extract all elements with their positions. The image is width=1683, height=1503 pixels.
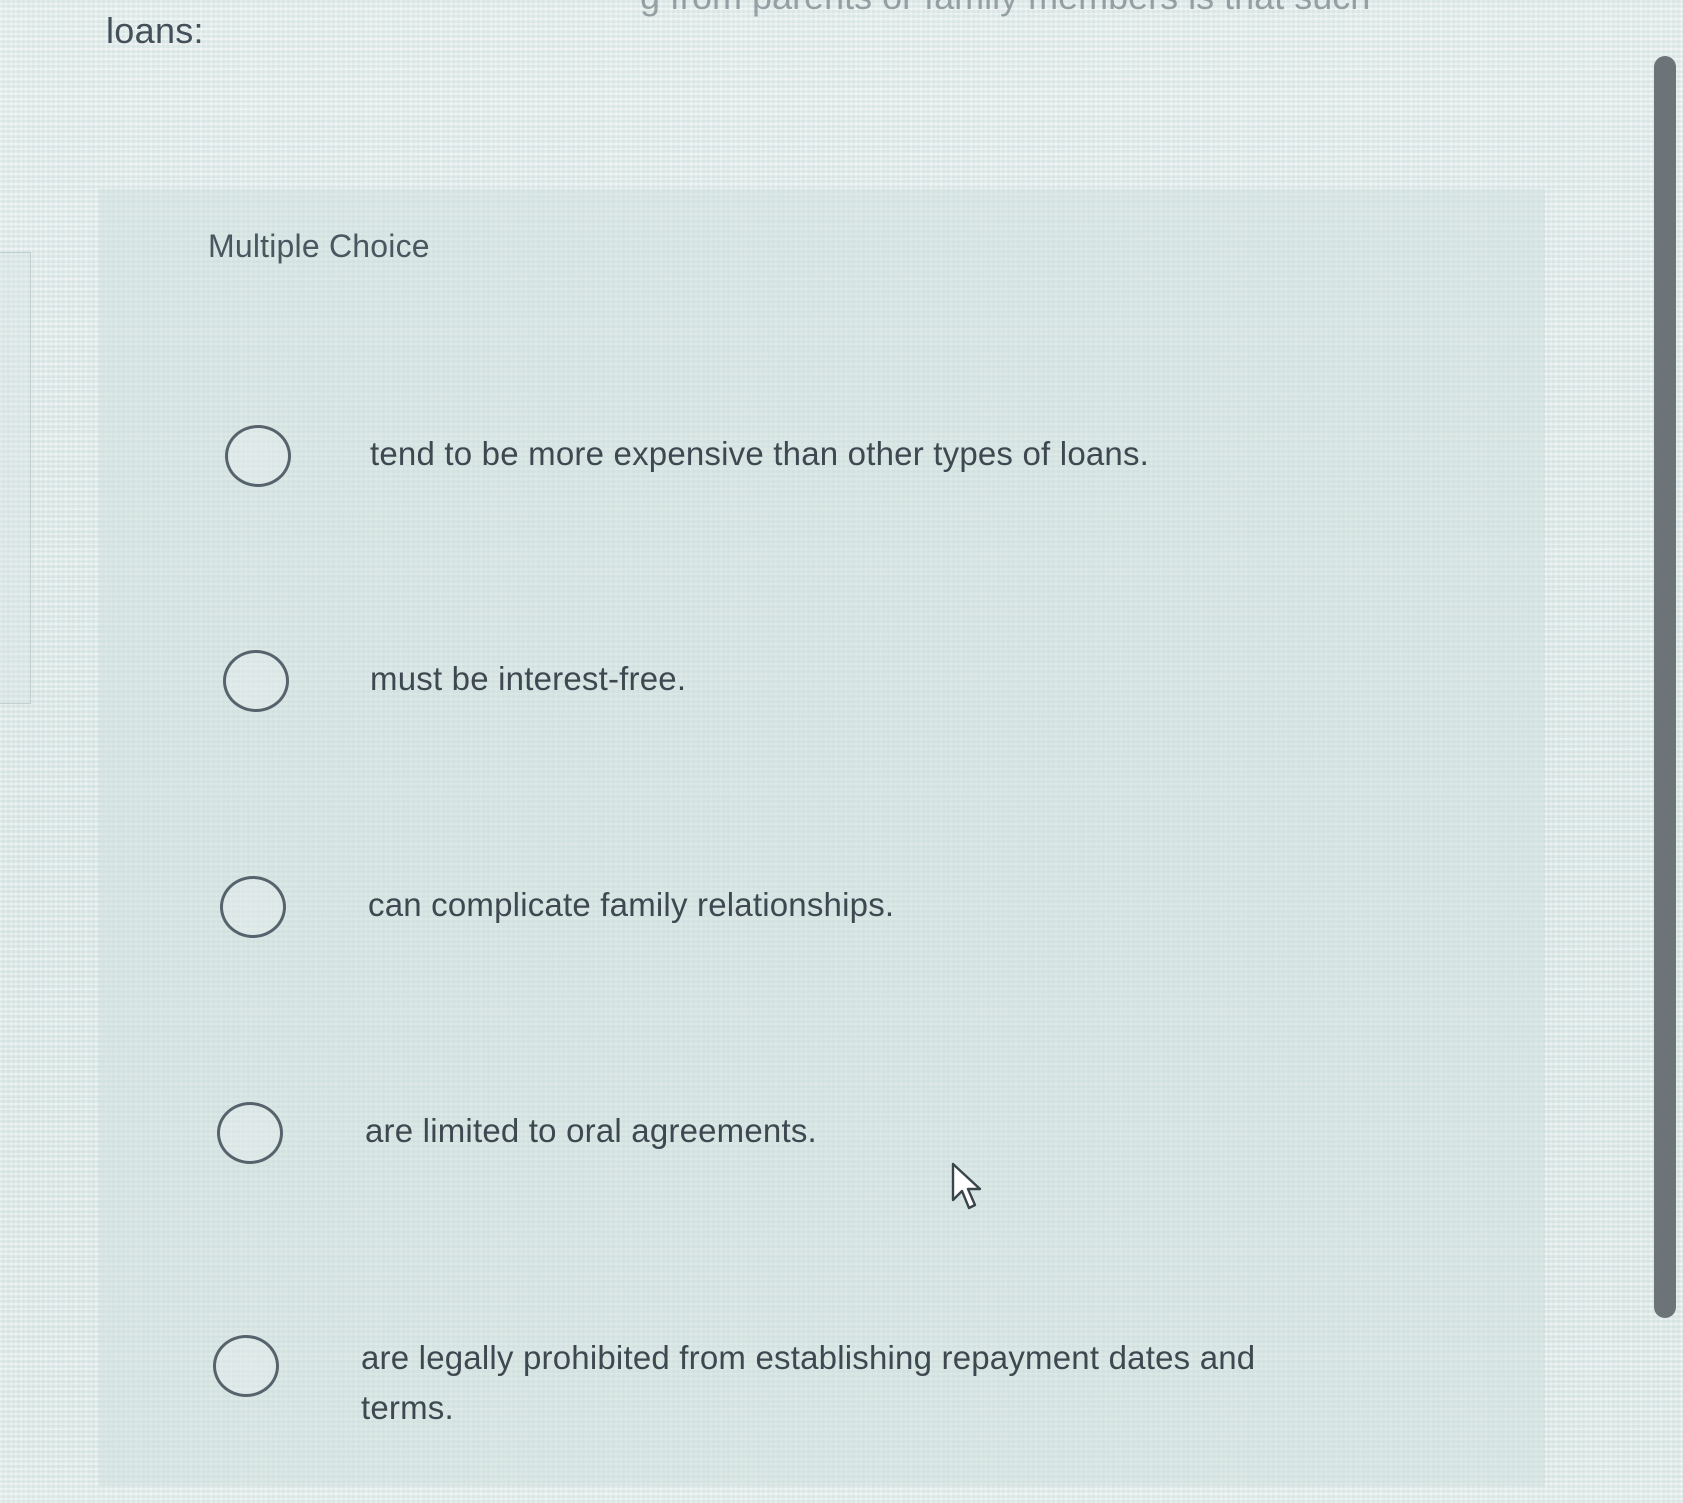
radio-circle-icon[interactable] [213, 1335, 279, 1397]
card-heading: Multiple Choice [208, 228, 430, 264]
option-label-5: are legally prohibited from establishing… [361, 1339, 1256, 1426]
option-row-3[interactable]: can complicate family relationships. [100, 876, 1544, 1036]
option-label-1: tend to be more expensive than other typ… [370, 435, 1150, 472]
scrollbar[interactable] [1654, 56, 1678, 1326]
left-edge-panel [0, 252, 31, 704]
radio-circle-icon[interactable] [223, 650, 289, 712]
question-stem-cutoff: g from parents or family members is that… [640, 0, 1370, 18]
option-label-3: can complicate family relationships. [368, 886, 895, 923]
option-label-4: are limited to oral agreements. [365, 1112, 817, 1149]
option-row-4[interactable]: are limited to oral agreements. [100, 1102, 1544, 1262]
question-stem: loans: [106, 10, 204, 51]
option-label-2: must be interest-free. [370, 660, 687, 697]
option-row-2[interactable]: must be interest-free. [100, 650, 1544, 810]
multiple-choice-card: Multiple Choice tend to be more expensiv… [100, 190, 1544, 1485]
option-row-1[interactable]: tend to be more expensive than other typ… [100, 425, 1544, 585]
radio-circle-icon[interactable] [225, 425, 291, 487]
option-row-5[interactable]: are legally prohibited from establishing… [100, 1335, 1544, 1503]
mouse-pointer-icon [951, 1162, 982, 1210]
radio-circle-icon[interactable] [217, 1102, 283, 1164]
scrollbar-thumb[interactable] [1654, 56, 1676, 1318]
radio-circle-icon[interactable] [220, 876, 286, 938]
